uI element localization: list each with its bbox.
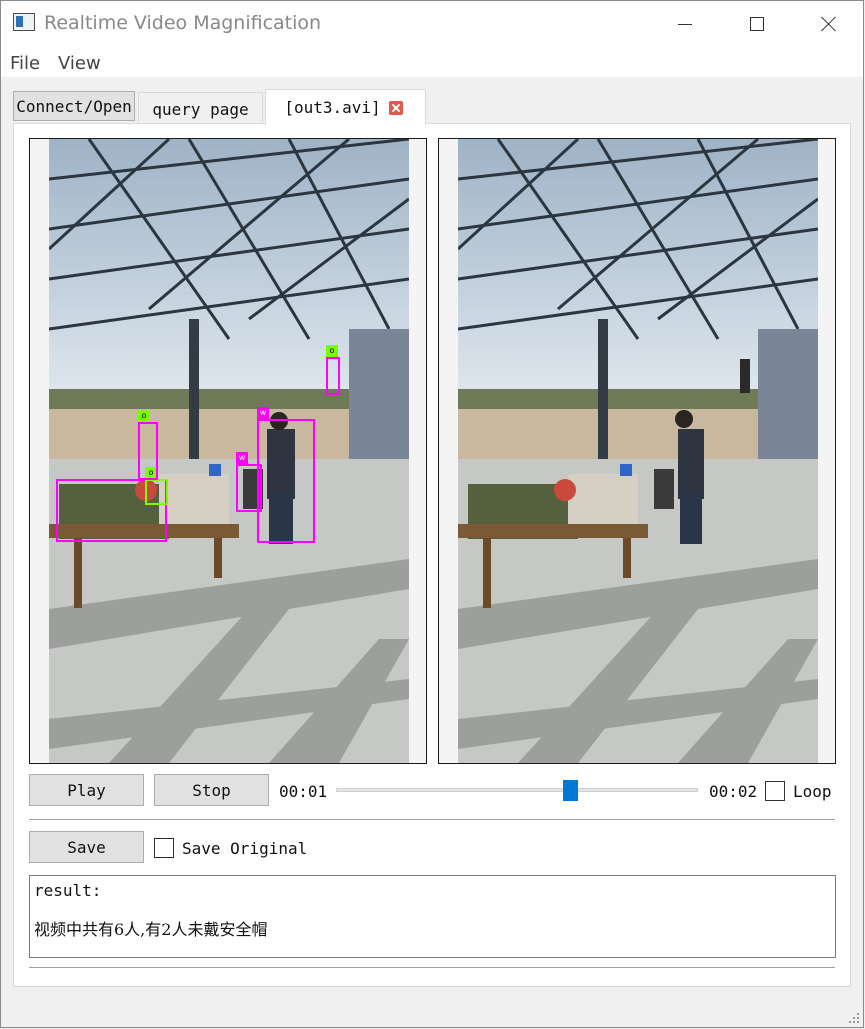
app-icon: [13, 13, 35, 31]
maximize-icon: [750, 17, 764, 31]
video-frame-image: [49, 139, 409, 763]
tab-close-icon[interactable]: [388, 100, 403, 115]
detection-box-helmet: o: [145, 467, 168, 505]
title-bar: Realtime Video Magnification: [1, 1, 863, 47]
close-button[interactable]: [793, 1, 865, 47]
current-time: 00:01: [279, 782, 328, 801]
tab-connect-open[interactable]: Connect/Open: [13, 91, 135, 121]
menu-view[interactable]: View: [58, 53, 101, 74]
seek-slider-track[interactable]: [336, 788, 698, 792]
original-video-view: [438, 138, 836, 764]
tab-out3-avi[interactable]: [out3.avi]: [265, 89, 426, 125]
minimize-icon: [678, 23, 692, 25]
tab-out3-avi-label: [out3.avi]: [284, 98, 381, 117]
save-button[interactable]: Save: [29, 831, 144, 863]
save-original-label: Save Original: [182, 839, 308, 858]
stop-button[interactable]: Stop: [154, 774, 269, 806]
detection-tag: o: [138, 410, 150, 422]
tab-query-page[interactable]: query page: [138, 92, 263, 122]
loop-checkbox[interactable]: [765, 781, 785, 801]
video-frame-image: [458, 139, 818, 763]
detection-box-person: w: [257, 407, 315, 543]
close-icon: [821, 16, 837, 32]
result-text-area[interactable]: result: 视频中共有6人,有2人未戴安全帽: [29, 875, 836, 958]
minimize-button[interactable]: [649, 1, 721, 47]
result-heading: result:: [34, 881, 102, 900]
detection-box-person: o: [138, 410, 158, 480]
seek-slider-thumb[interactable]: [563, 780, 578, 801]
divider: [29, 819, 835, 820]
divider: [29, 967, 835, 968]
window-title: Realtime Video Magnification: [44, 12, 322, 34]
detection-tag: o: [326, 345, 338, 357]
resize-grip-icon[interactable]: [849, 1013, 859, 1023]
app-window: Realtime Video Magnification File View C…: [0, 0, 864, 1028]
menu-file[interactable]: File: [10, 53, 40, 74]
original-video-frame: [458, 139, 818, 763]
total-time: 00:02: [709, 782, 758, 801]
detection-tag: w: [257, 407, 269, 419]
result-summary: 视频中共有6人,有2人未戴安全帽: [34, 920, 268, 939]
loop-label: Loop: [793, 782, 832, 801]
maximize-button[interactable]: [721, 1, 793, 47]
detection-tag: w: [236, 452, 248, 464]
save-original-checkbox[interactable]: [154, 838, 174, 858]
detection-box-person: o: [326, 345, 340, 395]
play-button[interactable]: Play: [29, 774, 144, 806]
menu-bar: File View: [1, 47, 863, 77]
processed-video-frame: o o o w w: [49, 139, 409, 763]
processed-video-view: o o o w w: [29, 138, 427, 764]
